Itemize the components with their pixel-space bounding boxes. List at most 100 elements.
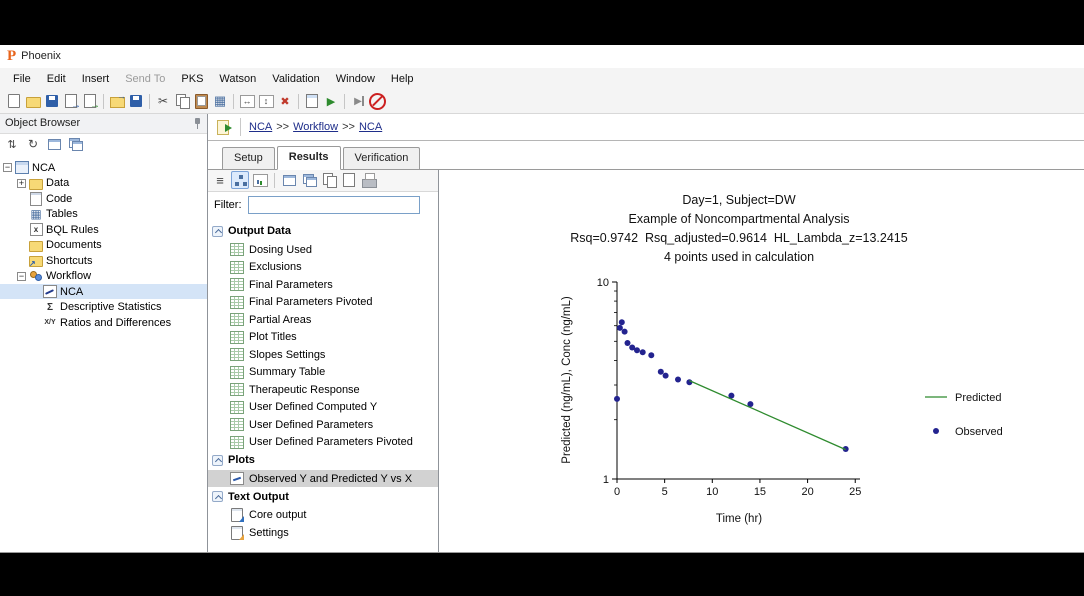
results-item-exclusions[interactable]: Exclusions [208, 258, 438, 276]
print-icon[interactable] [360, 171, 378, 189]
results-item-label: Slopes Settings [249, 349, 325, 361]
folder-icon [29, 239, 43, 251]
results-item-plot-titles[interactable]: Plot Titles [208, 328, 438, 346]
navigate-icon[interactable] [216, 119, 232, 135]
tab-verification[interactable]: Verification [343, 147, 421, 169]
table-icon[interactable] [211, 92, 229, 110]
menu-bar: FileEditInsertSend ToPKSWatsonValidation… [0, 68, 1084, 90]
tree-item-code[interactable]: Code [0, 191, 207, 207]
menu-item-help[interactable]: Help [383, 70, 422, 88]
menu-item-validation[interactable]: Validation [264, 70, 328, 88]
windows-icon[interactable] [66, 135, 84, 153]
tree-item-label: Shortcuts [46, 255, 92, 267]
refresh-icon[interactable] [24, 135, 42, 153]
results-item-summary-table[interactable]: Summary Table [208, 363, 438, 381]
results-item-observed-y-and-predicted-y-vs-x[interactable]: Observed Y and Predicted Y vs X [208, 470, 438, 488]
chart-view-icon[interactable] [251, 171, 269, 189]
breadcrumb-link-2-nca[interactable]: NCA [359, 121, 382, 133]
collapse-icon[interactable] [212, 491, 223, 502]
tree-item-shortcuts[interactable]: Shortcuts [0, 253, 207, 269]
menu-item-watson[interactable]: Watson [211, 70, 264, 88]
results-item-settings[interactable]: Settings [208, 524, 438, 542]
results-item-partial-areas[interactable]: Partial Areas [208, 311, 438, 329]
results-item-dosing-used[interactable]: Dosing Used [208, 241, 438, 259]
results-section-plots[interactable]: Plots [208, 451, 438, 470]
copy-page-icon[interactable] [320, 171, 338, 189]
notebook-icon[interactable] [303, 92, 321, 110]
fit-page-icon[interactable] [257, 92, 275, 110]
worksheet-icon [230, 436, 244, 448]
results-toolbar [208, 170, 438, 192]
paste-icon[interactable] [192, 92, 210, 110]
run-icon[interactable] [322, 92, 340, 110]
results-item-user-defined-parameters[interactable]: User Defined Parameters [208, 416, 438, 434]
copy-icon[interactable] [173, 92, 191, 110]
stop-icon[interactable] [368, 92, 386, 110]
results-item-therapeutic-response[interactable]: Therapeutic Response [208, 381, 438, 399]
results-item-core-output[interactable]: Core output [208, 506, 438, 524]
tree-item-tables[interactable]: Tables [0, 206, 207, 222]
results-item-slopes-settings[interactable]: Slopes Settings [208, 346, 438, 364]
collapse-icon[interactable] [212, 455, 223, 466]
collapse-icon[interactable] [212, 226, 223, 237]
window-icon[interactable] [45, 135, 63, 153]
menu-item-window[interactable]: Window [328, 70, 383, 88]
breadcrumb-link-0-nca[interactable]: NCA [249, 121, 272, 133]
tree-item-nca[interactable]: NCA [0, 284, 207, 300]
project-icon [15, 162, 29, 174]
tree-item-nca[interactable]: − NCA [0, 160, 207, 176]
window-icon[interactable] [280, 171, 298, 189]
results-item-label: Final Parameters Pivoted [249, 296, 373, 308]
breadcrumb-divider [240, 118, 241, 136]
results-item-user-defined-parameters-pivoted[interactable]: User Defined Parameters Pivoted [208, 433, 438, 451]
breadcrumb-link-1-workflow[interactable]: Workflow [293, 121, 338, 133]
tree-item-bql-rules[interactable]: BQL Rules [0, 222, 207, 238]
expand-toggle[interactable]: − [3, 163, 12, 172]
tree-item-descriptive-statistics[interactable]: Descriptive Statistics [0, 299, 207, 315]
cut-icon[interactable] [154, 92, 172, 110]
tree-item-ratios-and-differences[interactable]: Ratios and Differences [0, 315, 207, 331]
tree-item-documents[interactable]: Documents [0, 237, 207, 253]
import-icon[interactable] [62, 92, 80, 110]
results-item-final-parameters-pivoted[interactable]: Final Parameters Pivoted [208, 293, 438, 311]
fit-width-icon[interactable] [238, 92, 256, 110]
save-project-icon[interactable] [127, 92, 145, 110]
list-view-icon[interactable] [211, 171, 229, 189]
tab-setup[interactable]: Setup [222, 147, 275, 169]
svg-text:1: 1 [603, 474, 609, 486]
sort-icon[interactable] [3, 135, 21, 153]
menu-item-edit[interactable]: Edit [39, 70, 74, 88]
menu-item-insert[interactable]: Insert [74, 70, 118, 88]
svg-text:Predicted (ng/mL), Conc (ng/mL: Predicted (ng/mL), Conc (ng/mL) [561, 296, 573, 464]
step-icon[interactable] [349, 92, 367, 110]
new-icon[interactable] [5, 92, 23, 110]
export-page-icon[interactable] [340, 171, 358, 189]
app-title: Phoenix [21, 50, 61, 62]
open-project-icon[interactable] [108, 92, 126, 110]
expand-toggle[interactable]: + [17, 179, 26, 188]
results-section-output-data[interactable]: Output Data [208, 222, 438, 241]
results-item-user-defined-computed-y[interactable]: User Defined Computed Y [208, 398, 438, 416]
phoenix-window: P Phoenix FileEditInsertSend ToPKSWatson… [0, 45, 1084, 553]
expand-toggle[interactable]: − [17, 272, 26, 281]
menu-item-file[interactable]: File [5, 70, 39, 88]
tab-results[interactable]: Results [277, 146, 341, 170]
tree-item-data[interactable]: +Data [0, 175, 207, 191]
text-doc-icon [230, 509, 244, 521]
results-item-final-parameters[interactable]: Final Parameters [208, 276, 438, 294]
export-icon[interactable] [81, 92, 99, 110]
filter-input[interactable] [248, 196, 420, 214]
screen: P Phoenix FileEditInsertSend ToPKSWatson… [0, 0, 1084, 596]
tree-item-label: NCA [32, 162, 55, 174]
tree-item-workflow[interactable]: −Workflow [0, 268, 207, 284]
pin-icon[interactable] [193, 117, 202, 130]
tree-view-icon[interactable] [231, 171, 249, 189]
open-icon[interactable] [24, 92, 42, 110]
save-icon[interactable] [43, 92, 61, 110]
menu-item-pks[interactable]: PKS [173, 70, 211, 88]
delete-icon[interactable] [276, 92, 294, 110]
windows-icon[interactable] [300, 171, 318, 189]
tree-item-label: BQL Rules [46, 224, 99, 236]
menu-item-send-to[interactable]: Send To [117, 70, 173, 88]
results-section-text-output[interactable]: Text Output [208, 487, 438, 506]
